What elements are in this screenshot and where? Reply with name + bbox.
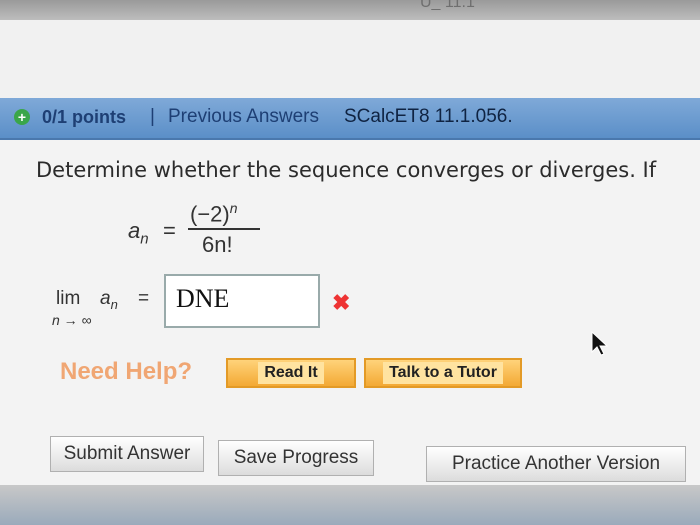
question-content: Determine whether the sequence converges…: [0, 140, 700, 485]
problem-code: SCalcET8 11.1.056.: [344, 106, 513, 127]
save-progress-button[interactable]: Save Progress: [218, 440, 374, 476]
question-text: Determine whether the sequence converges…: [36, 158, 657, 182]
points-label: 0/1 points: [42, 107, 127, 127]
formula-denominator: 6n!: [202, 232, 233, 257]
formula-lhs: an: [128, 218, 149, 248]
submit-answer-button[interactable]: Submit Answer: [50, 436, 204, 472]
limit-equals: =: [138, 288, 150, 309]
limit-label: lim: [56, 288, 81, 309]
previous-answers-link[interactable]: Previous Answers: [168, 106, 319, 128]
fraction-bar: [188, 228, 260, 230]
header-separator: |: [150, 106, 155, 127]
read-it-button[interactable]: Read It: [226, 358, 356, 388]
limit-subscript: n → ∞: [52, 312, 92, 328]
formula-numerator: (−2)n: [190, 200, 238, 227]
incorrect-x-icon: ✖: [332, 290, 351, 315]
practice-another-version-button[interactable]: Practice Another Version: [426, 446, 686, 482]
talk-to-tutor-button[interactable]: Talk to a Tutor: [364, 358, 522, 388]
formula-equals: =: [163, 218, 176, 243]
bottom-bar: [0, 485, 700, 525]
top-panel: [0, 20, 700, 99]
limit-term: an: [100, 288, 118, 312]
question-header-bar: + 0/1 points | Previous Answers SCalcET8…: [0, 98, 700, 140]
need-help-label: Need Help?: [60, 358, 193, 385]
expand-plus-icon[interactable]: +: [14, 109, 30, 125]
mouse-cursor-icon: [591, 330, 609, 356]
answer-input[interactable]: DNE: [164, 274, 320, 328]
top-strip: U_ 11.1: [0, 0, 700, 20]
partial-section-title: U_ 11.1: [420, 0, 475, 11]
